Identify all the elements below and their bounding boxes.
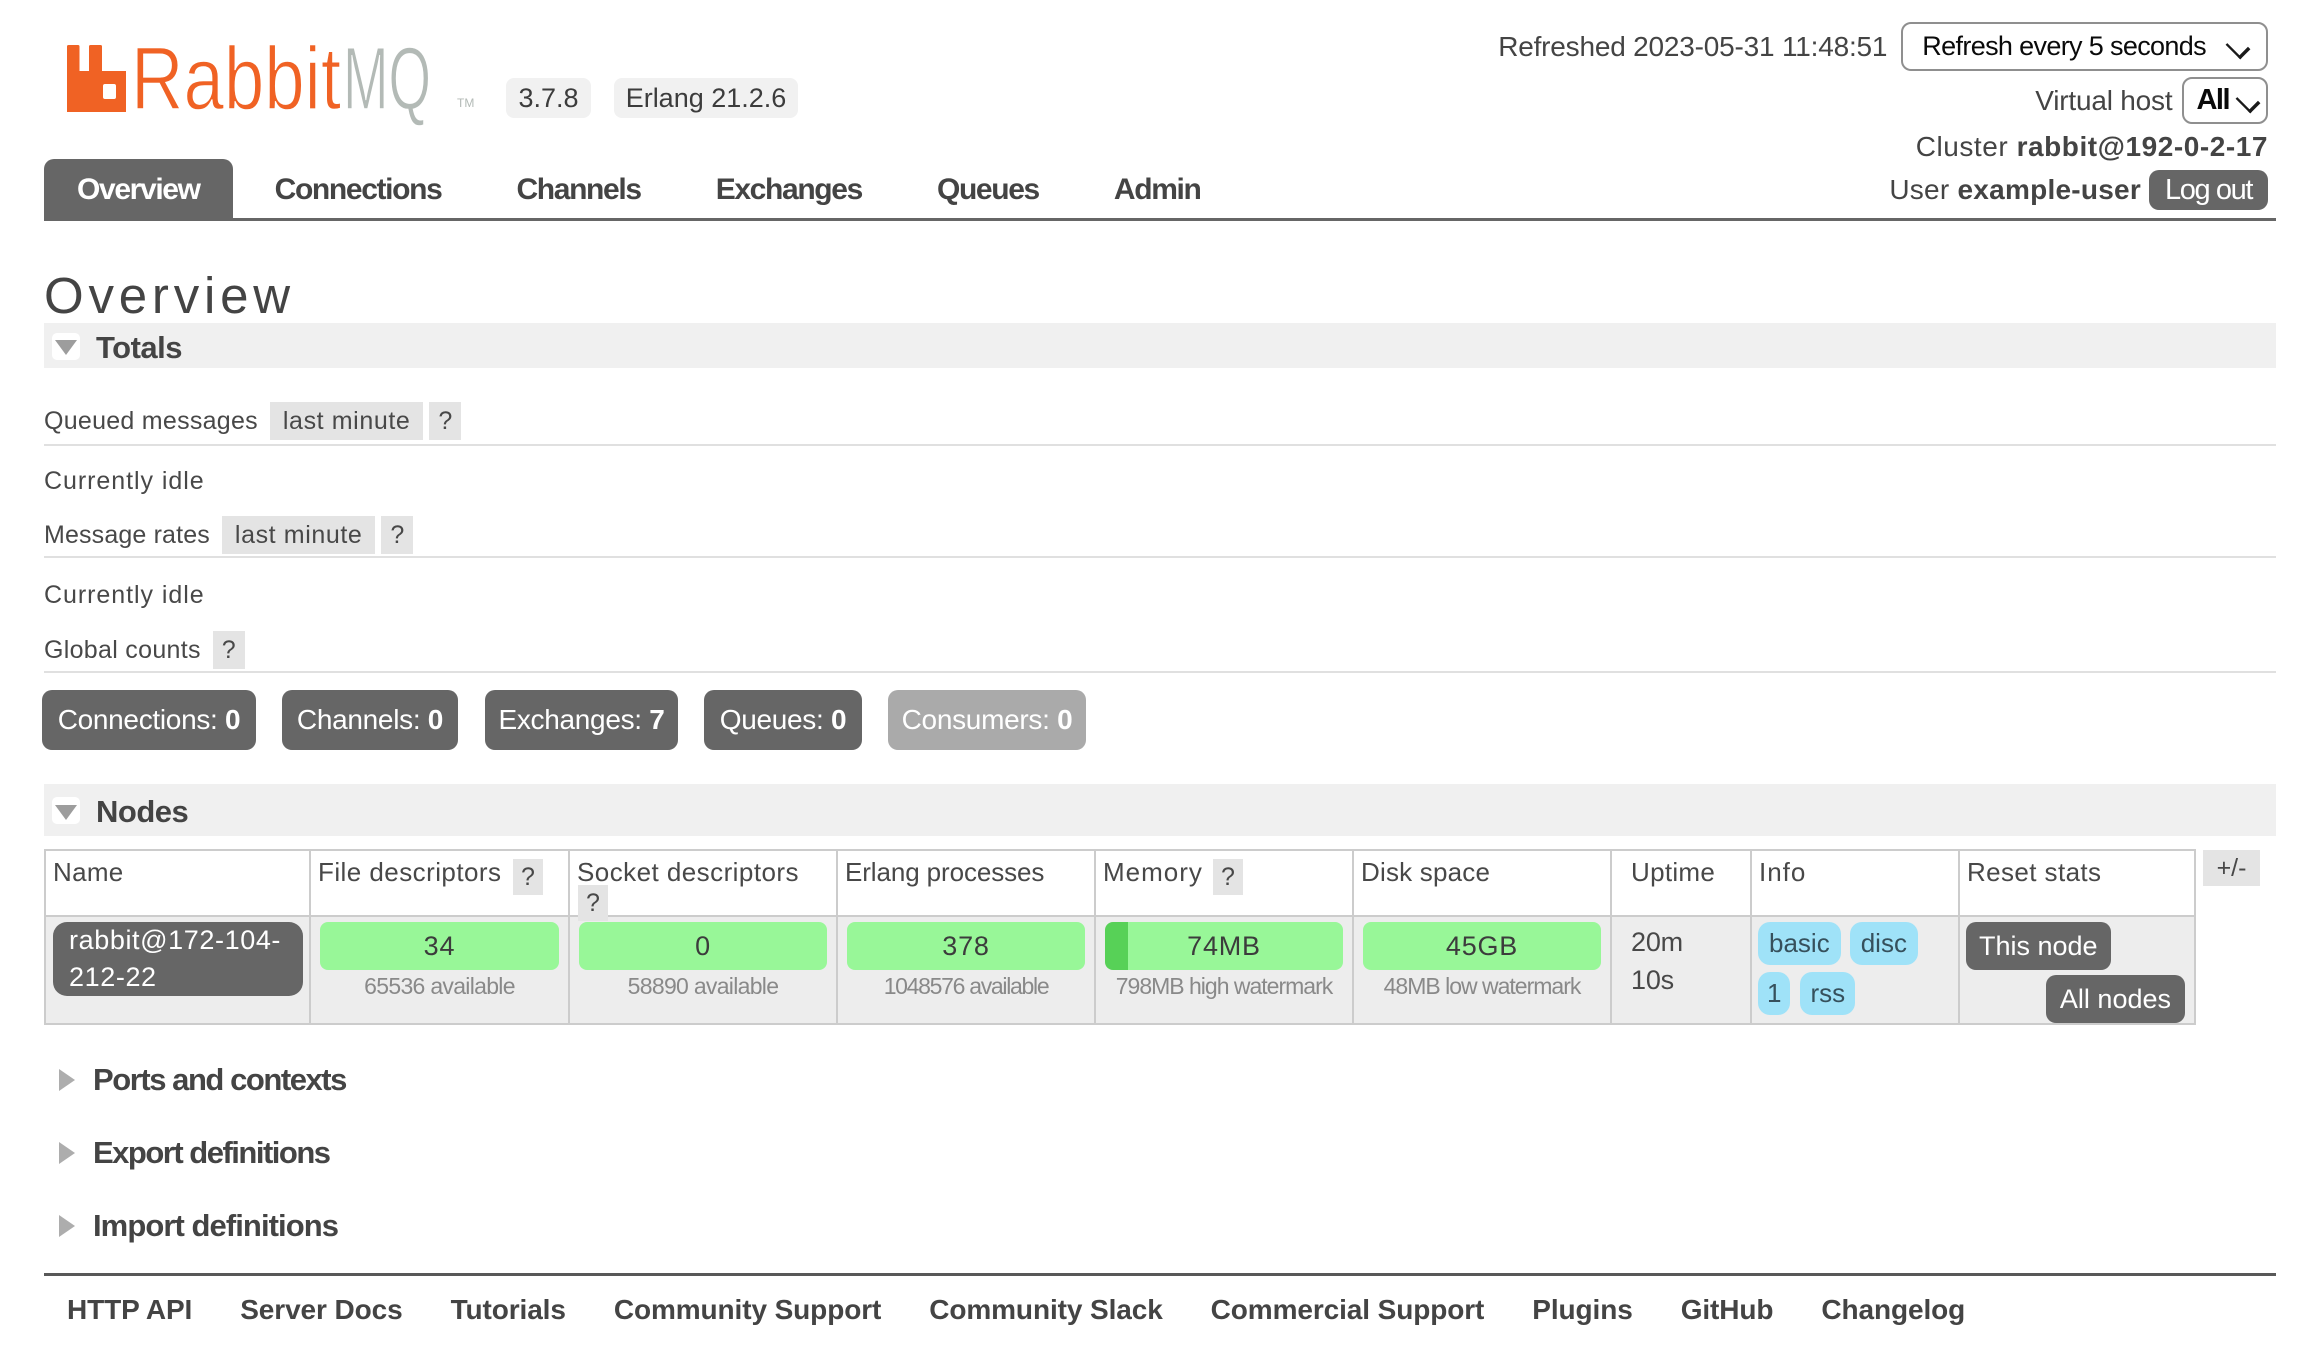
svg-text:MQ: MQ <box>343 28 431 128</box>
svg-text:Rabbit: Rabbit <box>131 28 341 128</box>
svg-text:TM: TM <box>457 96 474 110</box>
